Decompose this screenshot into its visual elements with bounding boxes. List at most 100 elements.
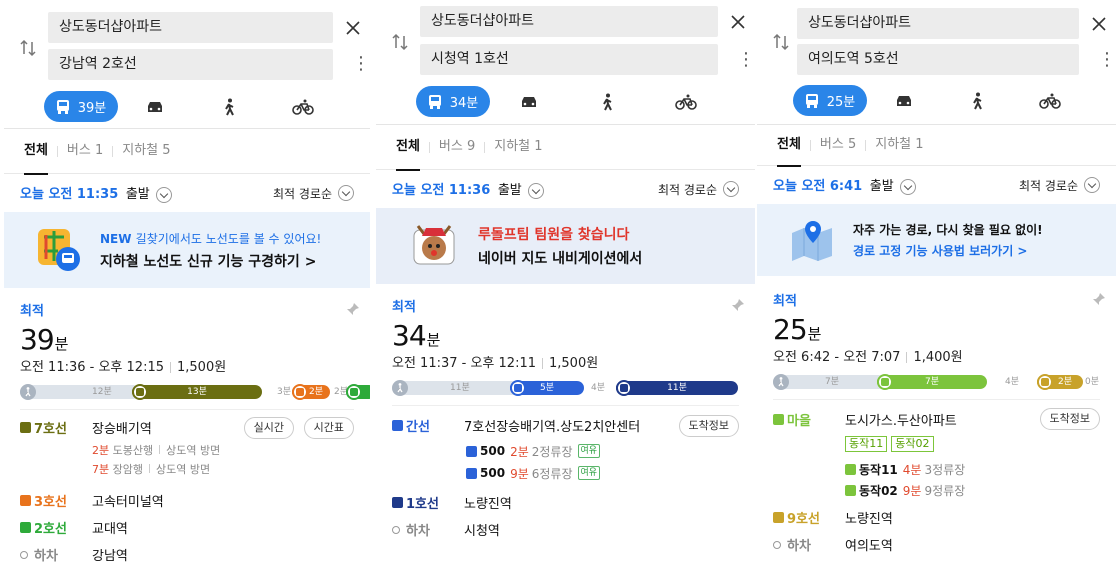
chevron-down-icon (155, 186, 172, 203)
route-card[interactable]: 최적 25분 오전 6:42 - 오전 7:07 1,400원 7분 7분 4분 … (757, 276, 1116, 558)
pin-icon[interactable] (1092, 292, 1106, 306)
tab-bus[interactable]: 버스 9 (439, 124, 475, 170)
departure-selector[interactable]: 오늘 오전 11:35 출발 (20, 183, 172, 203)
tab-bus[interactable]: 버스 5 (820, 124, 856, 166)
sort-selector[interactable]: 최적 경로순 (1019, 177, 1100, 194)
bike-icon (675, 94, 697, 110)
bus-icon (428, 94, 441, 109)
time-range: 오전 11:37 - 오후 12:11 1,500원 (392, 356, 599, 371)
more-icon[interactable]: ⋮ (737, 51, 755, 76)
route-tabs: 전체 버스 1 지하철 5 (4, 128, 370, 175)
car-mode-button[interactable] (118, 91, 192, 122)
tab-subway[interactable]: 지하철 1 (875, 124, 923, 166)
bus-arrival: 500 9분 6정류장 여유 (392, 463, 739, 483)
route-card[interactable]: 최적 34분 오전 11:37 - 오후 12:11 1,500원 11분 5분 … (376, 284, 755, 543)
bus-icon (805, 93, 818, 108)
bike-mode-button[interactable] (647, 86, 725, 117)
total-duration: 34분 (392, 319, 440, 352)
walk-icon (603, 93, 613, 110)
walk-mode-button[interactable] (568, 86, 646, 117)
line7-segment: 13분 (132, 385, 262, 399)
step-board: 마을 도시가스.두산아파트 도착정보 (773, 406, 1100, 433)
route-panel-1: 상도동더샵아파트 강남역 2호선 ⋮ 39분 전체 버스 1 지하철 5 오늘 … (4, 0, 370, 569)
step-transfer: 3호선 고속터미널역 (20, 487, 354, 514)
close-icon[interactable] (1089, 14, 1109, 34)
more-icon[interactable]: ⋮ (352, 55, 370, 80)
swap-icon[interactable] (771, 32, 791, 52)
transit-mode-button[interactable]: 25분 (793, 85, 867, 116)
subway-map-icon (38, 229, 80, 271)
total-duration: 25분 (773, 313, 821, 346)
arrival-info-button[interactable]: 도착정보 (678, 415, 739, 437)
divider (773, 399, 1100, 400)
transit-mode-button[interactable]: 34분 (416, 86, 490, 117)
swap-icon[interactable] (390, 32, 410, 52)
total-duration: 39분 (20, 323, 68, 356)
subway-icon (20, 522, 31, 533)
more-icon[interactable]: ⋮ (1098, 51, 1116, 76)
sort-selector[interactable]: 최적 경로순 (273, 185, 354, 202)
transfer-time: 4분 (591, 383, 606, 393)
walk-time-1: 7분 (825, 377, 840, 387)
realtime-button[interactable]: 실시간 (243, 417, 294, 439)
promo-banner[interactable]: NEW 길찾기에서도 노선도를 볼 수 있어요! 지하철 노선도 신규 기능 구… (4, 212, 370, 288)
banner-headline: NEW 길찾기에서도 노선도를 볼 수 있어요! (100, 231, 322, 246)
route-card[interactable]: 최적 39분 오전 11:36 - 오후 12:15 1,500원 12분 13분… (4, 288, 370, 568)
arrival-info-button[interactable]: 도착정보 (1039, 408, 1100, 430)
chevron-down-icon (723, 181, 739, 197)
origin-input[interactable]: 상도동더샵아파트 (48, 12, 333, 43)
banner-link: 지하철 노선도 신규 기능 구경하기 > (100, 253, 317, 270)
route-chip[interactable]: 동작02 (891, 436, 934, 452)
origin-input[interactable]: 상도동더샵아파트 (420, 6, 718, 37)
route-chip[interactable]: 동작11 (845, 436, 888, 452)
promo-banner[interactable]: 자주 가는 경로, 다시 찾을 필요 없이! 경로 고정 기능 사용법 보러가기… (757, 204, 1116, 276)
route-panel-3: 상도동더샵아파트 여의도역 5호선 ⋮ 25분 전체 버스 5 지하철 1 오늘… (757, 0, 1116, 569)
fare: 1,500원 (549, 356, 599, 371)
tab-bus[interactable]: 버스 1 (67, 128, 103, 174)
car-mode-button[interactable] (490, 86, 568, 117)
map-pin-icon (792, 221, 832, 261)
best-label: 최적 (773, 294, 797, 309)
walk-mode-button[interactable] (940, 85, 1013, 116)
walk-icon (392, 380, 408, 396)
transfer-time: 3분 (277, 387, 292, 397)
bus-icon (845, 463, 856, 475)
departure-selector[interactable]: 오늘 오전 6:41 출발 (773, 175, 916, 195)
subway-icon (616, 380, 632, 396)
bike-mode-button[interactable] (1013, 85, 1086, 116)
best-label: 최적 (392, 300, 416, 315)
destination-input[interactable]: 강남역 2호선 (48, 49, 333, 80)
pin-icon[interactable] (731, 298, 745, 312)
bus-icon (132, 384, 148, 400)
destination-input[interactable]: 시청역 1호선 (420, 44, 718, 75)
mode-bar: 25분 (757, 85, 1116, 116)
walk-icon (773, 374, 789, 390)
tab-all[interactable]: 전체 (777, 124, 801, 167)
tab-all[interactable]: 전체 (24, 128, 48, 175)
swap-icon[interactable] (18, 38, 38, 58)
car-mode-button[interactable] (867, 85, 940, 116)
car-icon (522, 96, 537, 107)
segment-bar: 7분 7분 4분 2분 0분 (773, 374, 1100, 390)
bike-icon (292, 99, 314, 115)
step-transfer: 1호선 노량진역 (392, 489, 739, 516)
pin-icon[interactable] (346, 302, 360, 316)
origin-input[interactable]: 상도동더샵아파트 (797, 8, 1079, 39)
close-icon[interactable] (728, 12, 748, 32)
sort-selector[interactable]: 최적 경로순 (658, 181, 739, 198)
destination-input[interactable]: 여의도역 5호선 (797, 44, 1079, 75)
bike-mode-button[interactable] (266, 91, 340, 122)
step-alight: 하차 여의도역 (773, 531, 1100, 558)
walk-mode-button[interactable] (192, 91, 266, 122)
transit-mode-button[interactable]: 39분 (44, 91, 118, 122)
subway-icon (1037, 374, 1053, 390)
tab-all[interactable]: 전체 (396, 124, 420, 171)
chevron-down-icon (338, 185, 354, 201)
promo-banner[interactable]: 루돌프팀 팀원을 찾습니다 네이버 지도 내비게이션에서 (376, 208, 755, 284)
timetable-button[interactable]: 시간표 (303, 417, 354, 439)
tab-subway[interactable]: 지하철 1 (494, 124, 542, 170)
departure-row: 오늘 오전 6:41 출발 최적 경로순 (757, 166, 1116, 204)
tab-subway[interactable]: 지하철 5 (122, 128, 170, 174)
close-icon[interactable] (343, 18, 363, 38)
departure-selector[interactable]: 오늘 오전 11:36 출발 (392, 179, 544, 199)
